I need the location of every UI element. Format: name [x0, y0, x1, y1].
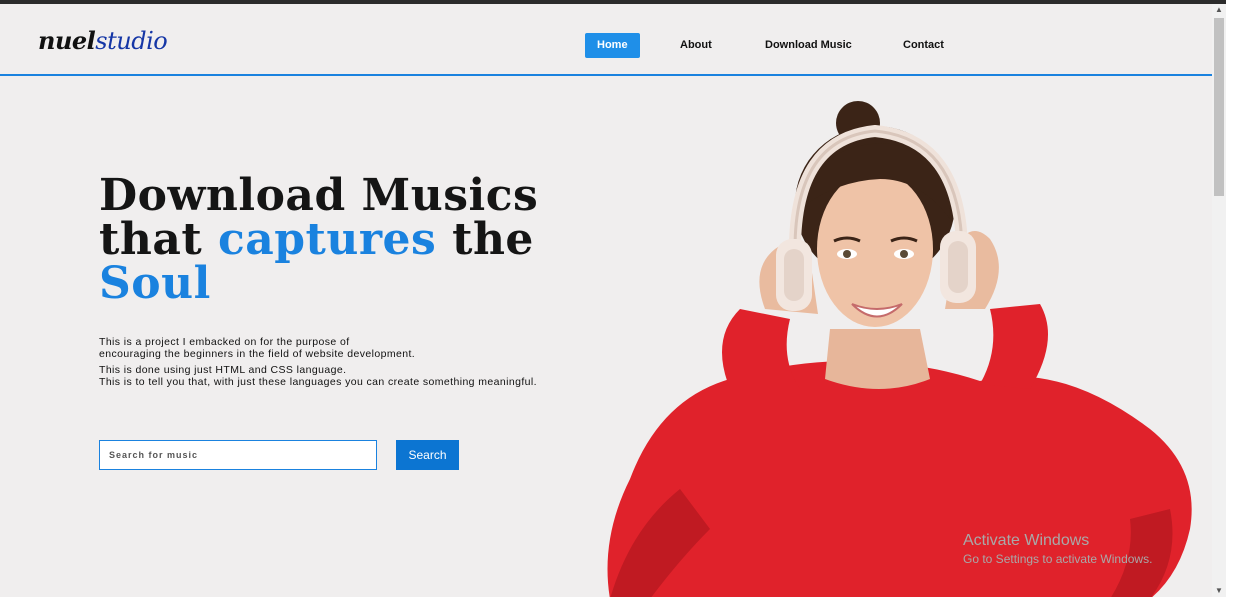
hero-photo-woman-with-headphones — [607, 101, 1192, 597]
description-p2-line2: This is to tell you that, with just thes… — [99, 375, 537, 388]
nav-contact[interactable]: Contact — [903, 33, 944, 58]
scroll-up-icon[interactable]: ▲ — [1212, 4, 1226, 16]
nav-download-music[interactable]: Download Music — [765, 33, 852, 58]
hero-description: This is a project I embacked on for the … — [99, 336, 659, 393]
title-line-3-accent: Soul — [99, 258, 211, 309]
description-paragraph-2: This is done using just HTML and CSS lan… — [99, 364, 659, 388]
watermark-line-1: Activate Windows — [963, 532, 1090, 549]
watermark-line-2: Go to Settings to activate Windows. — [963, 552, 1153, 566]
scroll-down-icon[interactable]: ▼ — [1212, 585, 1226, 597]
page-viewport: nuelstudio Home About Download Music Con… — [0, 4, 1212, 597]
description-p2-line1: This is done using just HTML and CSS lan… — [99, 364, 347, 376]
hero-title: Download Musics that captures the Soul — [99, 174, 619, 306]
window-edge — [1226, 0, 1234, 597]
scrollbar-thumb[interactable] — [1214, 18, 1224, 196]
logo[interactable]: nuelstudio — [38, 26, 168, 55]
search-input[interactable] — [99, 440, 377, 470]
logo-part-1: nuel — [38, 26, 96, 55]
nav-about[interactable]: About — [680, 33, 712, 58]
search-button[interactable]: Search — [396, 440, 459, 470]
description-p1-line1: This is a project I embacked on for the … — [99, 336, 350, 348]
nav-divider — [0, 74, 1212, 76]
logo-part-2: studio — [95, 27, 168, 55]
description-p1-line2: encouraging the beginners in the field o… — [99, 347, 416, 360]
vertical-scrollbar[interactable]: ▲ ▼ — [1212, 4, 1226, 597]
description-paragraph-1: This is a project I embacked on for the … — [99, 336, 659, 360]
title-line-2-accent: captures — [217, 214, 437, 265]
navbar: nuelstudio Home About Download Music Con… — [0, 4, 1212, 76]
title-line-2-post: the — [436, 214, 534, 265]
nav-home[interactable]: Home — [585, 33, 640, 58]
activate-windows-watermark: Activate Windows Go to Settings to activ… — [963, 532, 1152, 566]
